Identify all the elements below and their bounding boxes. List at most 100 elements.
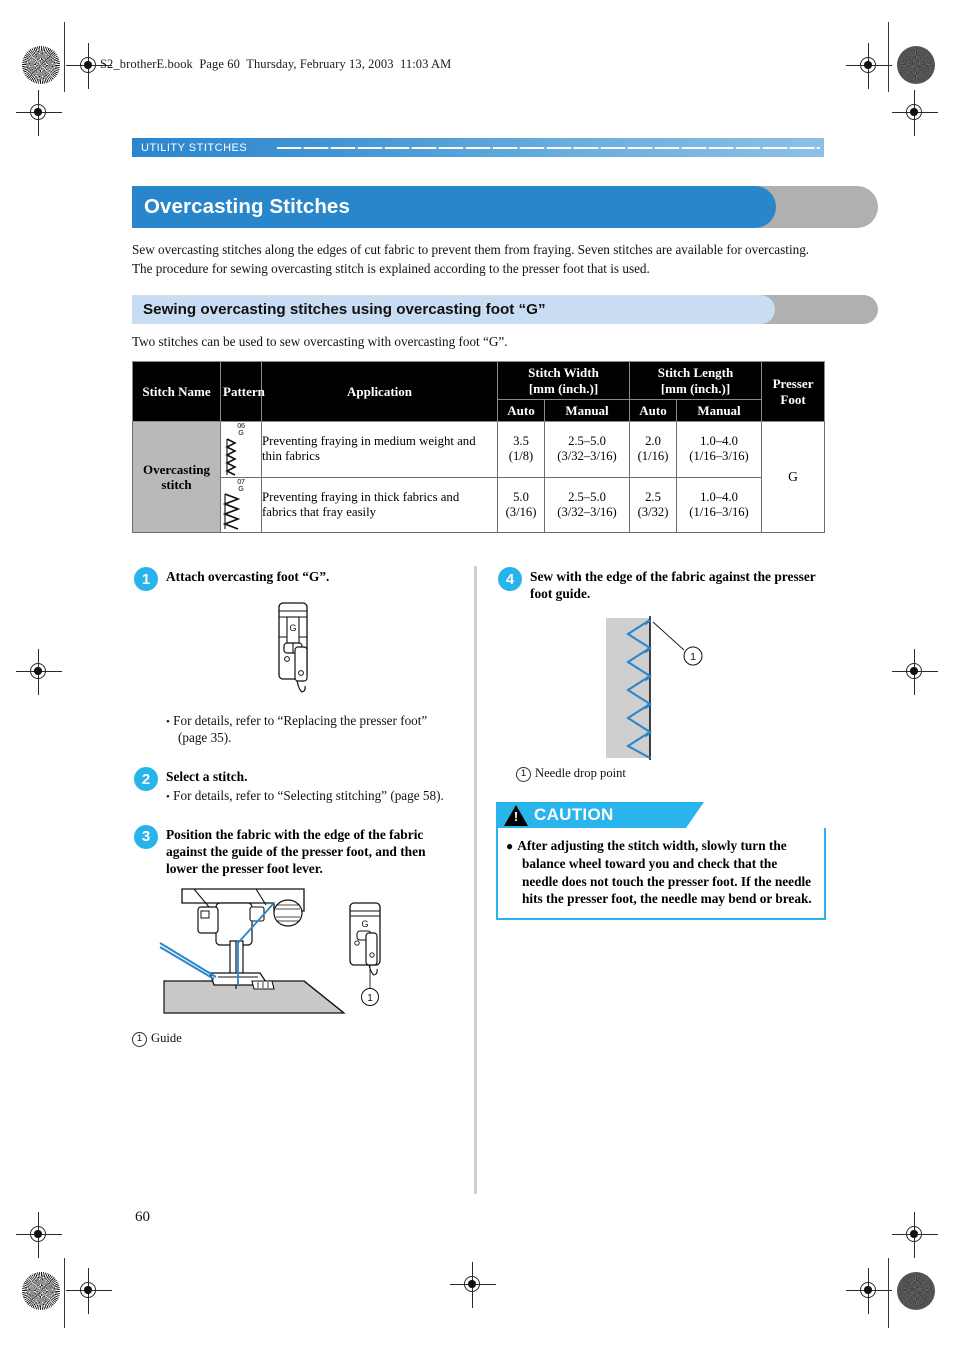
step-2-bullet: • For details, refer to “Selecting stitc… bbox=[166, 787, 454, 804]
two-column-body: 1 Attach overcasting foot “G”. G • For d… bbox=[132, 566, 826, 1226]
trim-line-top-right-vertical bbox=[888, 22, 890, 92]
stitch-width-line1: Stitch Width bbox=[528, 365, 599, 381]
page-number: 60 bbox=[135, 1209, 150, 1225]
cell-width-auto-06: 3.5 (1/8) bbox=[497, 421, 545, 478]
registration-cross-top-right bbox=[846, 43, 892, 89]
fabric-edge-stitch-illustration: 1 bbox=[606, 616, 703, 761]
pattern-letter-06: G bbox=[238, 428, 244, 438]
file-header-stamp: S2_brotherE.book Page 60 Thursday, Febru… bbox=[100, 57, 452, 71]
width-manual-mm-06: 2.5–5.0 bbox=[568, 434, 606, 449]
step-4-illustration-wrap: 1 bbox=[496, 614, 826, 762]
step-4-caption-text: Needle drop point bbox=[535, 766, 626, 781]
overcasting-stitch-pattern-icon-07 bbox=[222, 493, 241, 530]
col-header-stitch-name: Stitch Name bbox=[132, 361, 221, 423]
cell-length-auto-06: 2.0 (1/16) bbox=[629, 421, 677, 478]
step-1-number: 1 bbox=[134, 567, 158, 591]
sewing-machine-guide-illustration: G 1 bbox=[159, 888, 381, 1014]
col-header-pattern: Pattern bbox=[220, 361, 265, 423]
length-manual-mm-06: 1.0–4.0 bbox=[700, 434, 738, 449]
star-target-bottom-left bbox=[22, 1272, 60, 1310]
subsection-title-banner: Sewing overcasting stitches using overca… bbox=[132, 295, 878, 325]
width-auto-inch-07: (3/16) bbox=[505, 504, 537, 519]
step-2-heading: Select a stitch. bbox=[166, 769, 248, 785]
svg-text:G: G bbox=[361, 919, 368, 929]
star-target-top-right bbox=[897, 46, 935, 84]
registration-cross-inner-top-right bbox=[892, 90, 938, 136]
section-title-banner: Overcasting Stitches bbox=[132, 186, 878, 228]
step-1-heading: Attach overcasting foot “G”. bbox=[166, 569, 330, 584]
registration-cross-bottom-left bbox=[66, 1268, 112, 1314]
trim-line-top-left-vertical bbox=[64, 22, 66, 92]
trim-line-bottom-left-vertical bbox=[64, 1258, 66, 1328]
stitch-specification-table: Stitch Name Pattern Application Stitch W… bbox=[132, 361, 826, 534]
subsection-title: Sewing overcasting stitches using overca… bbox=[143, 301, 546, 319]
step-3: 3 Position the fabric with the edge of t… bbox=[132, 824, 454, 877]
section-banner-fill: Overcasting Stitches bbox=[132, 186, 776, 228]
registration-cross-middle-left bbox=[16, 649, 62, 695]
section-intro-paragraph: Sew overcasting stitches along the edges… bbox=[132, 242, 810, 277]
presser-foot-line2: Foot bbox=[780, 391, 806, 407]
col-header-application: Application bbox=[261, 361, 498, 423]
presser-foot-line1: Presser bbox=[772, 376, 814, 392]
cell-length-manual-07: 1.0–4.0 (1/16–3/16) bbox=[675, 476, 763, 534]
cell-length-auto-07: 2.5 (3/32) bbox=[629, 476, 677, 534]
cell-pattern-07: 07 G bbox=[220, 476, 262, 534]
overcasting-stitch-pattern-icon-06 bbox=[225, 437, 237, 476]
registration-cross-inner-bottom-right bbox=[892, 1212, 938, 1258]
col-header-length-manual: Manual bbox=[675, 398, 763, 423]
registration-cross-middle-right bbox=[892, 649, 938, 695]
width-manual-mm-07: 2.5–5.0 bbox=[568, 489, 606, 504]
cell-width-manual-07: 2.5–5.0 (3/32–3/16) bbox=[544, 476, 630, 534]
column-divider bbox=[474, 566, 477, 1194]
registration-cross-bottom-center bbox=[450, 1262, 496, 1308]
page-content: UTILITY STITCHES Overcasting Stitches Se… bbox=[132, 138, 878, 534]
callout-marker-1: 1 bbox=[132, 1031, 147, 1047]
stitch-name-line2: stitch bbox=[161, 477, 192, 493]
cell-presser-foot: G bbox=[761, 421, 826, 534]
width-auto-mm-06: 3.5 bbox=[513, 434, 529, 449]
cell-pattern-06: 06 G bbox=[220, 421, 262, 478]
col-header-width-auto: Auto bbox=[497, 398, 545, 423]
running-head-bar: UTILITY STITCHES bbox=[132, 138, 824, 157]
length-manual-mm-07: 1.0–4.0 bbox=[700, 489, 738, 504]
step-1-bullet-text: For details, refer to “Replacing the pre… bbox=[173, 713, 428, 746]
step-3-figure-caption: 1 Guide bbox=[132, 1031, 454, 1047]
svg-text:G: G bbox=[289, 623, 296, 633]
registration-cross-inner-bottom-left bbox=[16, 1212, 62, 1258]
table-header-row-1: Stitch Name Pattern Application Stitch W… bbox=[132, 361, 826, 423]
col-header-stitch-length: Stitch Length [mm (inch.)] bbox=[628, 361, 763, 400]
subsection-intro-paragraph: Two stitches can be used to sew overcast… bbox=[132, 334, 508, 350]
cell-application-07: Preventing fraying in thick fabrics and … bbox=[261, 476, 498, 534]
stitch-length-line2: [mm (inch.)] bbox=[660, 380, 731, 396]
step-4-callout-number: 1 bbox=[690, 651, 696, 663]
step-2: 2 Select a stitch. • For details, refer … bbox=[132, 766, 454, 804]
step-4: 4 Sew with the edge of the fabric agains… bbox=[496, 566, 826, 602]
trim-line-bottom-right-vertical bbox=[888, 1258, 890, 1328]
caution-item: ● After adjusting the stitch width, slowl… bbox=[506, 837, 816, 908]
width-auto-inch-06: (1/8) bbox=[508, 449, 534, 464]
caution-header-tab: CAUTION bbox=[496, 802, 704, 829]
stitch-name-line1: Overcasting bbox=[143, 461, 210, 477]
callout-marker-1: 1 bbox=[516, 767, 531, 783]
running-head-rule bbox=[277, 147, 820, 149]
registration-cross-inner-top-left bbox=[16, 90, 62, 136]
step-4-number: 4 bbox=[498, 567, 522, 591]
cell-application-06: Preventing fraying in medium weight and … bbox=[261, 421, 498, 478]
length-auto-mm-07: 2.5 bbox=[645, 489, 661, 504]
step-1-bullet: • For details, refer to “Replacing the p… bbox=[144, 712, 454, 746]
step-2-bullet-text: For details, refer to “Selecting stitchi… bbox=[173, 788, 444, 804]
step-3-callout-number: 1 bbox=[367, 993, 373, 1004]
subsection-banner-fill: Sewing overcasting stitches using overca… bbox=[132, 295, 775, 325]
stitch-length-line1: Stitch Length bbox=[657, 365, 734, 381]
star-target-top-left bbox=[22, 46, 60, 84]
step-1-illustration-wrap: G bbox=[132, 597, 454, 706]
caution-box: CAUTION ●After adjusting the stitch widt… bbox=[496, 802, 826, 920]
cell-stitch-name: Overcasting stitch bbox=[132, 421, 221, 534]
step-4-heading: Sew with the edge of the fabric against … bbox=[530, 569, 816, 602]
length-manual-inch-06: (1/16–3/16) bbox=[689, 449, 749, 464]
col-header-stitch-width: Stitch Width [mm (inch.)] bbox=[497, 361, 630, 400]
length-auto-inch-06: (1/16) bbox=[637, 449, 669, 464]
step-3-caption-text: Guide bbox=[151, 1030, 182, 1045]
width-auto-mm-07: 5.0 bbox=[513, 489, 529, 504]
col-header-length-auto: Auto bbox=[629, 398, 677, 423]
